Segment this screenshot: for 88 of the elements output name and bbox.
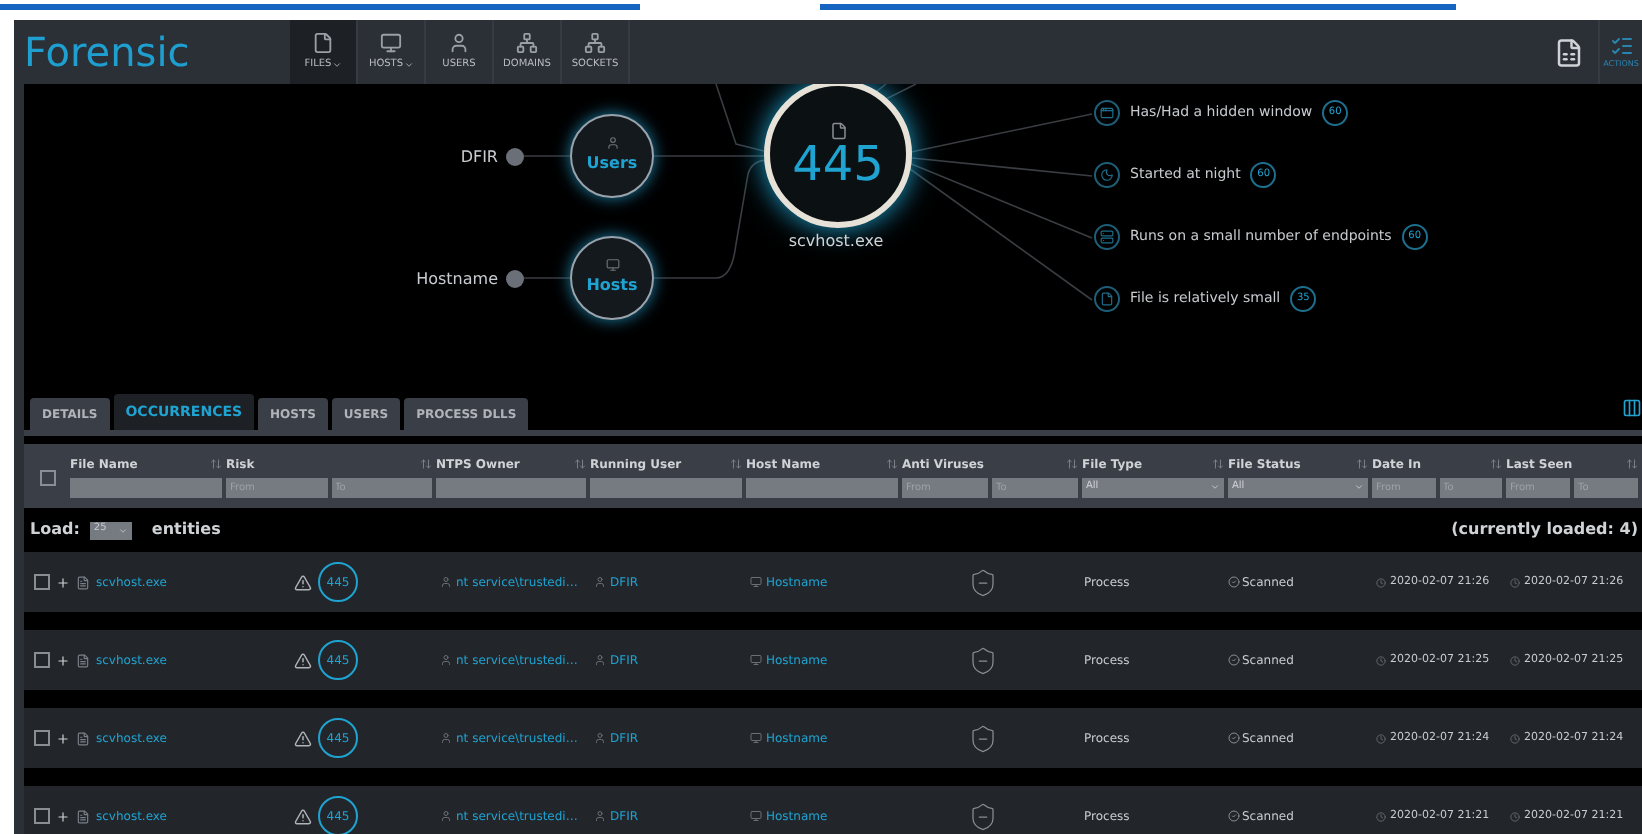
user-icon [605, 136, 619, 150]
clock-icon [1376, 811, 1386, 821]
monitor-icon [750, 810, 762, 822]
file-icon [312, 31, 334, 54]
file-icon [829, 121, 847, 139]
user-icon [594, 810, 606, 822]
shield-icon [968, 567, 998, 597]
checkbox[interactable] [34, 730, 50, 746]
checkbox[interactable] [34, 652, 50, 668]
moon-icon [1100, 168, 1114, 182]
network-icon [584, 31, 606, 54]
filter-field[interactable] [70, 477, 222, 497]
user-icon [594, 732, 606, 744]
sort-icon[interactable] [210, 458, 222, 470]
user-icon [440, 732, 452, 744]
checkbox[interactable] [34, 574, 50, 590]
expand-icon[interactable] [56, 575, 70, 589]
connector-line [523, 155, 571, 157]
sort-icon[interactable] [1066, 458, 1078, 470]
scanned-icon [1228, 732, 1240, 744]
file-icon [76, 731, 90, 745]
sort-icon[interactable] [1626, 458, 1638, 470]
file-icon [76, 653, 90, 667]
checkbox[interactable] [34, 808, 50, 824]
warning-icon [294, 651, 312, 669]
monitor-icon [605, 258, 619, 272]
clock-icon [1376, 655, 1386, 665]
sort-icon[interactable] [886, 458, 898, 470]
file-icon [76, 809, 90, 823]
sort-icon[interactable] [730, 458, 742, 470]
warning-icon [294, 729, 312, 747]
caret-icon [1210, 482, 1220, 492]
filter-field[interactable] [436, 477, 586, 497]
clock-icon [1510, 733, 1520, 743]
excel-export-icon[interactable] [1554, 37, 1584, 67]
graph-node[interactable]: Hosts [570, 236, 654, 320]
user-icon [440, 810, 452, 822]
caret-icon [1354, 482, 1364, 492]
clock-icon [1376, 733, 1386, 743]
user-icon [594, 654, 606, 666]
loaded-count: (currently loaded: 4) [1451, 518, 1638, 542]
node-value: Hostname [416, 268, 498, 292]
filter-field[interactable] [590, 477, 742, 497]
network-icon [516, 31, 538, 54]
scanned-icon [1228, 654, 1240, 666]
sort-icon[interactable] [574, 458, 586, 470]
monitor-icon [750, 576, 762, 588]
monitor-icon [750, 654, 762, 666]
scanned-icon [1228, 576, 1240, 588]
checkbox[interactable] [39, 470, 55, 486]
sort-icon[interactable] [1212, 458, 1224, 470]
sort-icon[interactable] [420, 458, 432, 470]
file-name-label: scvhost.exe [786, 230, 886, 254]
clock-icon [1376, 577, 1386, 587]
clock-icon [1510, 577, 1520, 587]
expand-icon[interactable] [56, 731, 70, 745]
user-icon [440, 654, 452, 666]
window-icon [1100, 106, 1114, 120]
expand-icon[interactable] [56, 809, 70, 823]
shield-icon [968, 723, 998, 753]
load-label: Load: [30, 518, 80, 542]
checklist-icon [1609, 34, 1633, 58]
graph-node[interactable]: Users [570, 114, 654, 198]
server-icon [1100, 230, 1114, 244]
file-icon [1100, 292, 1114, 306]
user-icon [594, 576, 606, 588]
shield-icon [968, 801, 998, 831]
app-title: Forensic [24, 32, 190, 72]
connector-line [523, 277, 571, 279]
sort-icon[interactable] [1356, 458, 1368, 470]
user-icon [440, 576, 452, 588]
clock-icon [1510, 811, 1520, 821]
entities-label: entities [151, 518, 221, 542]
warning-icon [294, 573, 312, 591]
sort-icon[interactable] [1490, 458, 1502, 470]
file-icon [76, 575, 90, 589]
caret-icon [117, 525, 128, 535]
monitor-icon [750, 732, 762, 744]
user-icon [448, 31, 470, 54]
node-value: DFIR [460, 146, 498, 170]
filter-field[interactable] [746, 477, 898, 497]
clock-icon [1510, 655, 1520, 665]
monitor-icon [380, 31, 402, 54]
scanned-icon [1228, 810, 1240, 822]
column-chooser-icon[interactable] [1622, 398, 1642, 418]
shield-icon [968, 645, 998, 675]
expand-icon[interactable] [56, 653, 70, 667]
warning-icon [294, 807, 312, 825]
